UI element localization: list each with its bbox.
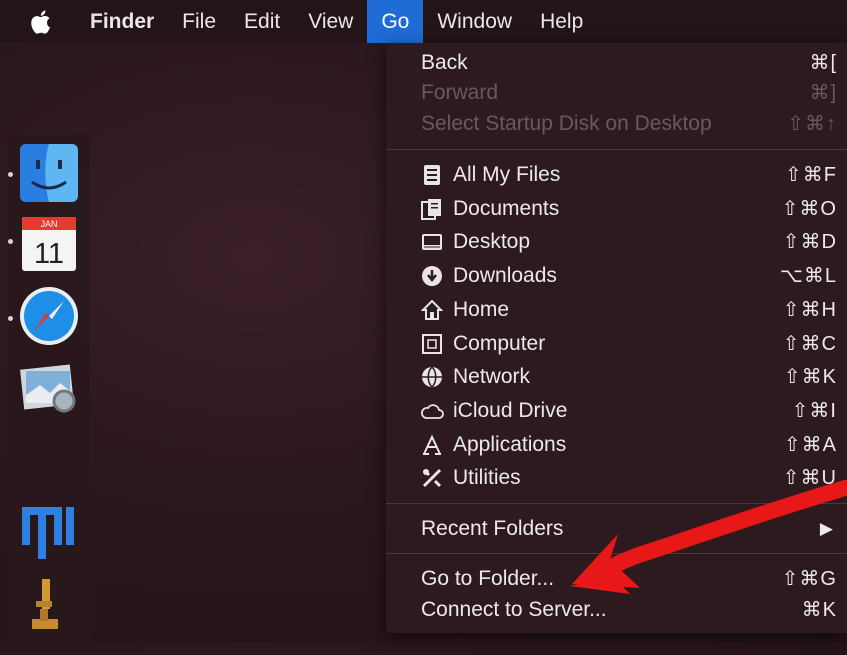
- separator: [386, 503, 847, 504]
- menu-window[interactable]: Window: [423, 0, 526, 43]
- utilities-icon: [420, 466, 444, 490]
- running-indicator: [8, 172, 13, 177]
- shortcut: ⇧⌘A: [783, 434, 837, 456]
- shortcut: ⌘K: [801, 599, 837, 621]
- menu-item-connect-to-server[interactable]: Connect to Server... ⌘K: [386, 593, 847, 626]
- menu-item-utilities[interactable]: Utilities ⇧⌘U: [386, 461, 847, 494]
- shortcut: ⇧⌘D: [782, 231, 837, 253]
- menu-item-label: Utilities: [453, 465, 521, 489]
- shortcut: ⇧⌘U: [782, 467, 837, 489]
- menu-item-label: Back: [421, 50, 468, 74]
- calendar-day: 11: [34, 238, 64, 270]
- shortcut: ⇧⌘C: [782, 333, 837, 355]
- menu-item-desktop[interactable]: Desktop ⇧⌘D: [386, 225, 847, 258]
- running-indicator: [8, 316, 13, 321]
- menu-file[interactable]: File: [168, 0, 230, 43]
- menu-item-label: Forward: [421, 80, 499, 104]
- menu-item-documents[interactable]: Documents ⇧⌘O: [386, 192, 847, 225]
- menu-item-label: Applications: [453, 432, 567, 456]
- menu-item-computer[interactable]: Computer ⇧⌘C: [386, 327, 847, 360]
- apple-menu-icon[interactable]: [0, 0, 72, 43]
- menu-item-icloud-drive[interactable]: iCloud Drive ⇧⌘I: [386, 394, 847, 427]
- submenu-arrow-icon: ▶: [819, 518, 833, 538]
- separator: [386, 553, 847, 554]
- calendar-month: JAN: [40, 219, 57, 229]
- menu-item-label: Recent Folders: [421, 516, 564, 540]
- desktop-icon: [420, 230, 444, 254]
- menu-item-label: Computer: [453, 331, 546, 355]
- preview-icon[interactable]: [18, 357, 80, 419]
- menu-item-back[interactable]: Back ⌘[: [386, 46, 847, 79]
- menu-item-label: Network: [453, 364, 531, 388]
- menu-bar: Finder File Edit View Go Window Help: [0, 0, 847, 43]
- menu-item-recent-folders[interactable]: Recent Folders ▶: [386, 512, 847, 545]
- icloud-icon: [420, 399, 444, 423]
- menu-item-label: iCloud Drive: [453, 398, 568, 422]
- menu-item-label: Home: [453, 297, 510, 321]
- shortcut: ⇧⌘I: [791, 400, 837, 422]
- menu-item-label: Connect to Server...: [421, 597, 607, 621]
- network-icon: [420, 365, 444, 389]
- computer-icon: [420, 332, 444, 356]
- menu-help[interactable]: Help: [526, 0, 597, 43]
- shortcut: ⇧⌘F: [785, 164, 837, 186]
- menu-item-label: Desktop: [453, 229, 531, 253]
- shortcut: ⌘[: [809, 52, 837, 74]
- separator: [386, 149, 847, 150]
- menu-item-select-startup-disk[interactable]: Select Startup Disk on Desktop ⇧⌘↑: [386, 107, 847, 140]
- shortcut: ⇧⌘O: [781, 198, 837, 220]
- menu-finder[interactable]: Finder: [72, 0, 168, 43]
- home-icon: [420, 298, 444, 322]
- shortcut: ⌥⌘L: [779, 265, 837, 287]
- menu-edit[interactable]: Edit: [230, 0, 294, 43]
- apple-icon: [31, 10, 50, 34]
- all-my-files-icon: [420, 163, 444, 187]
- menu-item-network[interactable]: Network ⇧⌘K: [386, 360, 847, 393]
- menu-item-forward[interactable]: Forward ⌘]: [386, 76, 847, 109]
- microscope-icon[interactable]: [18, 575, 80, 637]
- menu-item-label: Go to Folder...: [421, 566, 555, 590]
- menu-item-label: Select Startup Disk on Desktop: [421, 111, 712, 135]
- running-indicator: [8, 239, 13, 244]
- menu-item-downloads[interactable]: Downloads ⌥⌘L: [386, 259, 847, 292]
- dock: JAN 11: [8, 135, 90, 655]
- menu-item-label: Downloads: [453, 263, 557, 287]
- applications-icon: [420, 433, 444, 457]
- downloads-icon: [420, 264, 444, 288]
- menu-item-applications[interactable]: Applications ⇧⌘A: [386, 428, 847, 461]
- shortcut: ⇧⌘K: [783, 366, 837, 388]
- menu-go[interactable]: Go: [367, 0, 424, 43]
- go-menu: Back ⌘[ Forward ⌘] Select Startup Disk o…: [386, 43, 847, 633]
- menu-item-go-to-folder[interactable]: Go to Folder... ⇧⌘G: [386, 562, 847, 595]
- menu-item-all-my-files[interactable]: All My Files ⇧⌘F: [386, 158, 847, 191]
- safari-icon[interactable]: [18, 285, 80, 347]
- menu-item-label: Documents: [453, 196, 560, 220]
- menu-view[interactable]: View: [294, 0, 367, 43]
- shortcut: ⇧⌘↑: [787, 113, 837, 135]
- menu-item-label: All My Files: [453, 162, 561, 186]
- shortcut: ⇧⌘G: [781, 568, 837, 590]
- finder-icon[interactable]: [18, 142, 80, 204]
- calendar-icon[interactable]: JAN 11: [18, 213, 80, 275]
- mi-icon[interactable]: [18, 503, 80, 565]
- menu-item-home[interactable]: Home ⇧⌘H: [386, 293, 847, 326]
- shortcut: ⌘]: [809, 82, 837, 104]
- shortcut: ⇧⌘H: [782, 299, 837, 321]
- documents-icon: [420, 197, 444, 221]
